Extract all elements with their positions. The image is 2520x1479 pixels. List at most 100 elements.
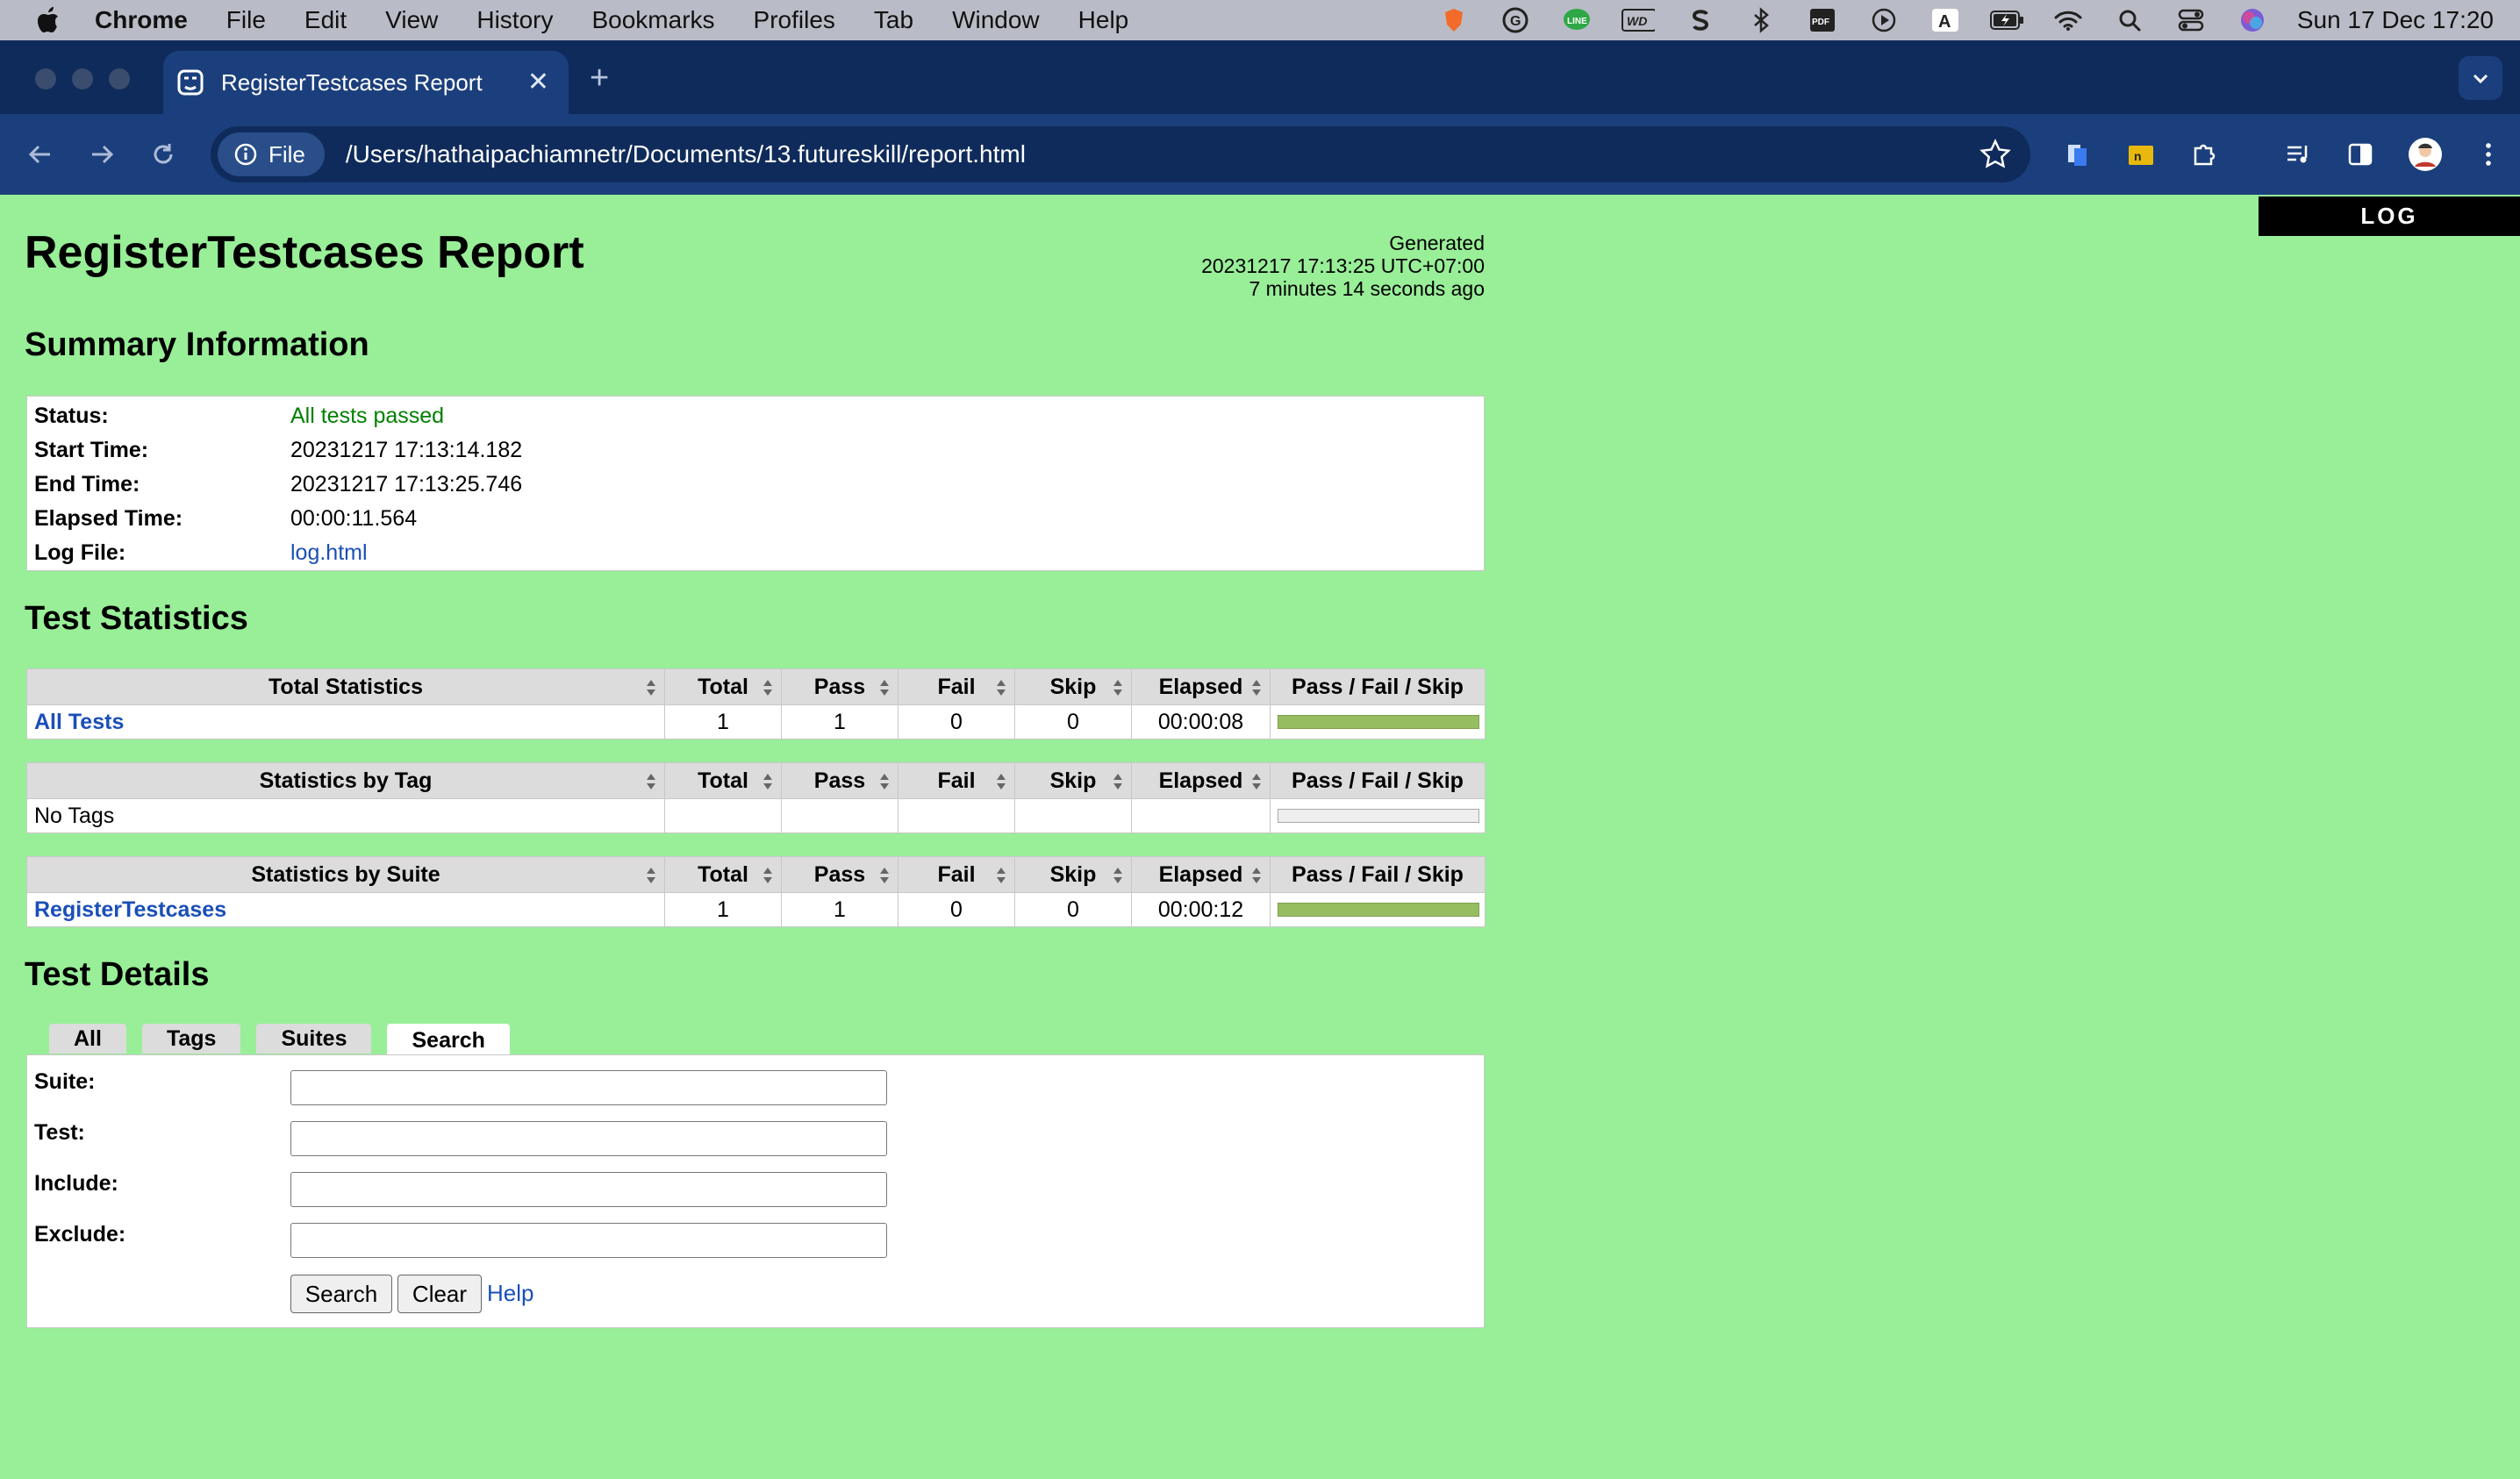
bookmark-star-icon[interactable] bbox=[1979, 139, 2011, 176]
help-link[interactable]: Help bbox=[487, 1280, 533, 1307]
include-search-input[interactable] bbox=[290, 1172, 887, 1207]
column-header-name[interactable]: Statistics by Suite bbox=[26, 856, 665, 893]
sort-icon bbox=[995, 866, 1007, 891]
grammarly-icon[interactable]: G bbox=[1499, 6, 1532, 34]
tab-all[interactable]: All bbox=[49, 1024, 126, 1054]
summary-table: Status: All tests passed Start Time: 202… bbox=[26, 396, 1485, 571]
battery-icon[interactable] bbox=[1989, 6, 2023, 34]
forward-button[interactable] bbox=[79, 132, 125, 177]
menu-view[interactable]: View bbox=[385, 6, 438, 34]
test-field-label: Test: bbox=[34, 1120, 85, 1145]
exclude-search-input[interactable] bbox=[290, 1223, 887, 1258]
column-header-elapsed[interactable]: Elapsed bbox=[1131, 668, 1271, 705]
column-header-skip[interactable]: Skip bbox=[1014, 762, 1132, 799]
spotlight-icon[interactable] bbox=[2113, 6, 2146, 34]
s-icon[interactable] bbox=[1683, 6, 1716, 34]
search-button[interactable]: Search bbox=[290, 1275, 392, 1313]
all-tests-link[interactable]: All Tests bbox=[34, 710, 124, 734]
new-tab-icon[interactable]: + bbox=[590, 60, 609, 97]
tab-suites[interactable]: Suites bbox=[256, 1024, 372, 1054]
test-search-input[interactable] bbox=[290, 1121, 887, 1156]
column-header-fail[interactable]: Fail bbox=[898, 856, 1015, 893]
column-header-elapsed[interactable]: Elapsed bbox=[1131, 762, 1271, 799]
column-header-elapsed[interactable]: Elapsed bbox=[1131, 856, 1271, 893]
svg-text:n: n bbox=[2134, 149, 2142, 163]
close-window-button[interactable] bbox=[35, 68, 56, 89]
input-a-icon[interactable]: A bbox=[1929, 6, 1962, 34]
back-button[interactable] bbox=[18, 132, 63, 177]
name-cell: All Tests bbox=[26, 704, 665, 740]
reload-button[interactable] bbox=[140, 132, 186, 177]
column-header-pass[interactable]: Pass bbox=[781, 762, 898, 799]
pdf-icon[interactable]: PDF bbox=[1806, 6, 1839, 34]
summary-key: Start Time: bbox=[34, 438, 149, 462]
profile-avatar[interactable] bbox=[2408, 137, 2443, 172]
address-bar[interactable]: File /Users/hathaipachiamnetr/Documents/… bbox=[211, 126, 2030, 182]
tag-statistics-table: Statistics by Tag Total Pass Fail Skip E… bbox=[26, 762, 1486, 833]
column-header-name[interactable]: Total Statistics bbox=[26, 668, 665, 705]
generated-info: Generated 20231217 17:13:25 UTC+07:00 7 … bbox=[1201, 232, 1485, 300]
tab-search-button[interactable] bbox=[2459, 56, 2502, 100]
header-label: Fail bbox=[937, 861, 976, 887]
column-header-pass[interactable]: Pass bbox=[781, 856, 898, 893]
menu-window[interactable]: Window bbox=[952, 6, 1040, 34]
column-header-fail[interactable]: Fail bbox=[898, 762, 1015, 799]
tab-tags[interactable]: Tags bbox=[141, 1024, 241, 1054]
site-info-chip[interactable]: File bbox=[218, 132, 325, 176]
extension-doc-icon[interactable] bbox=[2060, 137, 2095, 172]
menu-help[interactable]: Help bbox=[1078, 6, 1129, 34]
column-header-total[interactable]: Total bbox=[664, 762, 782, 799]
total-cell: 1 bbox=[664, 892, 782, 927]
start-time-value: 20231217 17:13:14.182 bbox=[290, 438, 523, 462]
end-time-value: 20231217 17:13:25.746 bbox=[290, 472, 523, 497]
log-link-tab[interactable]: LOG bbox=[2259, 196, 2520, 236]
generated-ago: 7 minutes 14 seconds ago bbox=[1249, 277, 1485, 300]
wd-icon[interactable]: WD bbox=[1621, 6, 1655, 34]
header-label: Total Statistics bbox=[268, 674, 423, 699]
table-row: No Tags bbox=[26, 798, 1486, 833]
apple-icon[interactable] bbox=[33, 5, 63, 35]
column-header-total[interactable]: Total bbox=[664, 856, 782, 893]
menu-bookmarks[interactable]: Bookmarks bbox=[591, 6, 714, 34]
suite-search-input[interactable] bbox=[290, 1070, 887, 1105]
siri-icon[interactable] bbox=[2236, 6, 2269, 34]
play-icon[interactable] bbox=[1867, 6, 1901, 34]
column-header-name[interactable]: Statistics by Tag bbox=[26, 762, 665, 799]
menu-file[interactable]: File bbox=[226, 6, 266, 34]
log-file-link[interactable]: log.html bbox=[290, 540, 368, 566]
url-text[interactable]: /Users/hathaipachiamnetr/Documents/13.fu… bbox=[346, 140, 1026, 168]
menu-clock[interactable]: Sun 17 Dec 17:20 bbox=[2297, 6, 2494, 34]
extensions-puzzle-icon[interactable] bbox=[2187, 137, 2222, 172]
minimize-window-button[interactable] bbox=[72, 68, 93, 89]
summary-key: Elapsed Time: bbox=[34, 506, 183, 531]
column-header-skip[interactable]: Skip bbox=[1014, 668, 1132, 705]
zoom-window-button[interactable] bbox=[109, 68, 130, 89]
wifi-icon[interactable] bbox=[2051, 6, 2085, 34]
include-field-label: Include: bbox=[34, 1171, 118, 1196]
tab-search[interactable]: Search bbox=[387, 1024, 510, 1057]
sort-icon bbox=[645, 866, 657, 891]
graph-cell bbox=[1270, 798, 1486, 833]
menu-app-name[interactable]: Chrome bbox=[95, 6, 188, 34]
close-tab-icon[interactable]: ✕ bbox=[527, 67, 549, 97]
clear-button[interactable]: Clear bbox=[397, 1275, 482, 1313]
line-icon[interactable]: LINE bbox=[1560, 6, 1593, 34]
column-header-skip[interactable]: Skip bbox=[1014, 856, 1132, 893]
column-header-fail[interactable]: Fail bbox=[898, 668, 1015, 705]
brave-icon[interactable] bbox=[1437, 6, 1471, 34]
browser-tab-active[interactable]: RegisterTestcases Report ✕ bbox=[163, 51, 569, 114]
menu-tab[interactable]: Tab bbox=[874, 6, 913, 34]
column-header-pass[interactable]: Pass bbox=[781, 668, 898, 705]
reading-list-icon[interactable] bbox=[2281, 137, 2316, 172]
chrome-menu-icon[interactable] bbox=[2471, 137, 2506, 172]
control-center-icon[interactable] bbox=[2174, 6, 2208, 34]
extension-folder-icon[interactable]: n bbox=[2123, 137, 2158, 172]
suite-link[interactable]: RegisterTestcases bbox=[34, 897, 226, 922]
statistics-heading: Test Statistics bbox=[25, 600, 248, 637]
side-panel-icon[interactable] bbox=[2343, 137, 2378, 172]
menu-edit[interactable]: Edit bbox=[304, 6, 347, 34]
menu-history[interactable]: History bbox=[476, 6, 553, 34]
bluetooth-icon[interactable] bbox=[1744, 6, 1778, 34]
column-header-total[interactable]: Total bbox=[664, 668, 782, 705]
menu-profiles[interactable]: Profiles bbox=[754, 6, 835, 34]
